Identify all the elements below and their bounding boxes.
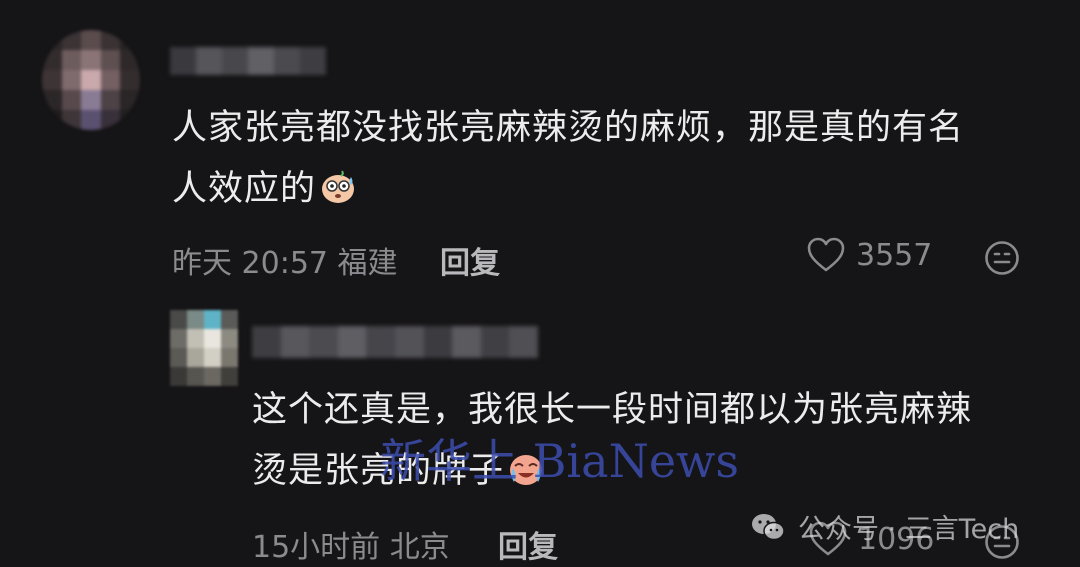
like-button[interactable]: 3557 (806, 236, 932, 274)
heart-outline-icon (807, 237, 845, 272)
comment-meta: 昨天 20:57 福建 (172, 238, 398, 282)
comment-text: 人家张亮都没找张亮麻辣烫的麻烦，那是真的有名 人效应的 (172, 98, 964, 220)
like-count: 3557 (856, 237, 933, 273)
comment-time: 昨天 20:57 (172, 246, 328, 281)
comment-location: 福建 (337, 246, 398, 281)
comment-time: 15小时前 (252, 530, 381, 565)
reply-button[interactable]: 回复 (498, 522, 558, 566)
username-redacted[interactable] (170, 47, 326, 75)
watermark-logo: 新华上 BiaNews (380, 434, 740, 488)
wechat-logo-icon (752, 513, 785, 540)
comment-line: 人效应的 (172, 159, 964, 220)
comment-meta: 15小时前 北京 (252, 522, 450, 566)
comment-line: 人家张亮都没找张亮麻辣烫的麻烦，那是真的有名 (172, 108, 965, 148)
comment-location: 北京 (389, 530, 450, 565)
emoji-reaction-icon[interactable] (984, 240, 1020, 276)
comment-line-text: 人效应的 (172, 169, 317, 209)
avatar[interactable] (42, 30, 140, 130)
username-redacted[interactable] (252, 326, 538, 358)
watermark-wechat: 公众号 · 三言Tech (750, 507, 1019, 546)
avatar[interactable] (170, 310, 238, 386)
reply-button[interactable]: 回复 (440, 238, 500, 282)
nervous-sweat-emoji (322, 170, 355, 203)
watermark-text: 公众号 · 三言Tech (798, 514, 1020, 545)
